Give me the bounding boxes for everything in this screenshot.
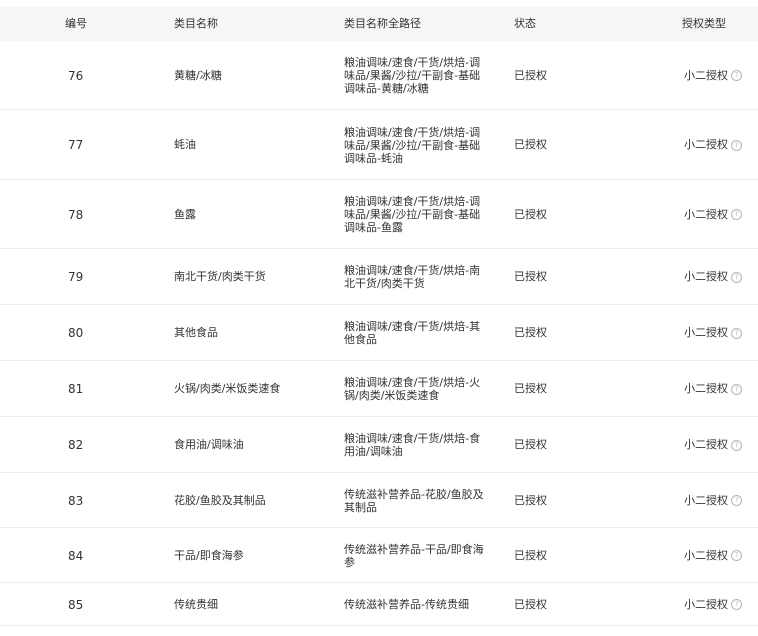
row-id: 76	[68, 68, 84, 83]
table-header: 编号 类目名称 类目名称全路径 状态 授权类型	[0, 7, 758, 41]
table-row: 79 南北干货/肉类干货 粮油调味/速食/干货/烘焙-南 北干货/肉类干货 已授权 小二…	[0, 249, 758, 305]
question-circle-icon[interactable]: ?	[731, 599, 742, 610]
question-circle-icon[interactable]: ?	[731, 550, 742, 561]
row-auth-type-label: 小二授权	[684, 270, 728, 283]
row-status: 已授权	[514, 548, 547, 562]
row-auth-type-label: 小二授权	[684, 68, 728, 82]
table-row: 80 其他食品 粮油调味/速食/干货/烘焙-其 他食品 已授权 小二授权?	[0, 305, 758, 361]
table-row: 81 火锅/肉类/米饭类速食 粮油调味/速食/干货/烘焙-火 锅/肉类/米饭类速食 已…	[0, 361, 758, 417]
row-category-name: 火锅/肉类/米饭类速食	[174, 382, 281, 395]
question-circle-icon[interactable]: ?	[731, 383, 742, 395]
column-header-status: 状态	[514, 17, 536, 30]
row-status: 已授权	[514, 138, 547, 151]
table-row: 76 黄糖/冰糖 粮油调味/速食/干货/烘焙-调 味品/果酱/沙拉/干副食-基础 调…	[0, 41, 758, 110]
question-circle-icon[interactable]: ?	[731, 495, 742, 506]
row-auth-type-label: 小二授权	[684, 382, 728, 395]
row-auth-type: 小二授权?	[684, 438, 754, 452]
question-circle-icon[interactable]: ?	[731, 139, 742, 151]
question-circle-icon[interactable]: ?	[731, 209, 742, 220]
row-category-name: 干品/即食海参	[174, 548, 244, 562]
row-category-path: 粮油调味/速食/干货/烘焙-食 用油/调味油	[344, 432, 481, 458]
row-id: 77	[68, 138, 84, 152]
row-status: 已授权	[514, 207, 547, 221]
row-auth-type-label: 小二授权	[684, 326, 728, 339]
row-auth-type: 小二授权?	[684, 69, 754, 83]
row-status: 已授权	[514, 270, 547, 283]
row-category-path: 传统滋补营养品-干品/即食海 参	[344, 542, 484, 569]
question-circle-icon[interactable]: ?	[731, 439, 742, 451]
row-category-name: 食用油/调味油	[174, 438, 244, 451]
row-category-path: 粮油调味/速食/干货/烘焙-调 味品/果酱/沙拉/干副食-基础 调味品-黄糖/冰…	[344, 56, 481, 95]
row-auth-type-label: 小二授权	[684, 493, 728, 507]
row-id: 84	[68, 548, 84, 563]
table-row: 83 花胶/鱼胶及其制品 传统滋补营养品-花胶/鱼胶及 其制品 已授权 小二授权?	[0, 473, 758, 528]
row-category-path: 传统滋补营养品-花胶/鱼胶及 其制品	[344, 487, 484, 514]
column-header-path: 类目名称全路径	[344, 17, 421, 30]
row-id: 82	[68, 438, 84, 452]
row-auth-type-label: 小二授权	[684, 597, 728, 611]
row-auth-type-label: 小二授权	[684, 138, 728, 151]
row-auth-type: 小二授权?	[684, 208, 754, 222]
row-auth-type: 小二授权?	[684, 138, 754, 152]
row-auth-type: 小二授权?	[684, 326, 754, 340]
row-status: 已授权	[514, 438, 547, 451]
row-id: 78	[68, 207, 84, 222]
row-id: 80	[68, 326, 84, 340]
row-auth-type: 小二授权?	[684, 598, 754, 612]
row-id: 81	[68, 382, 84, 396]
column-header-id: 编号	[65, 17, 87, 30]
row-category-path: 粮油调味/速食/干货/烘焙-火 锅/肉类/米饭类速食	[344, 376, 481, 402]
row-category-name: 其他食品	[174, 326, 218, 339]
row-status: 已授权	[514, 382, 547, 395]
row-id: 83	[68, 493, 84, 508]
row-category-name: 传统贵细	[174, 597, 218, 611]
row-category-name: 花胶/鱼胶及其制品	[174, 493, 266, 507]
table-row: 84 干品/即食海参 传统滋补营养品-干品/即食海 参 已授权 小二授权?	[0, 528, 758, 583]
row-status: 已授权	[514, 326, 547, 339]
column-header-auth-type: 授权类型	[682, 17, 726, 30]
table-row: 77 蚝油 粮油调味/速食/干货/烘焙-调 味品/果酱/沙拉/干副食-基础 调味品-…	[0, 110, 758, 180]
row-category-path: 粮油调味/速食/干货/烘焙-南 北干货/肉类干货	[344, 264, 481, 290]
column-header-name: 类目名称	[174, 17, 218, 30]
row-auth-type: 小二授权?	[684, 549, 754, 563]
table-row: 78 鱼露 粮油调味/速食/干货/烘焙-调 味品/果酱/沙拉/干副食-基础 调味品-…	[0, 180, 758, 249]
row-status: 已授权	[514, 597, 547, 611]
row-auth-type: 小二授权?	[684, 494, 754, 508]
row-auth-type: 小二授权?	[684, 270, 754, 284]
row-status: 已授权	[514, 493, 547, 507]
row-category-path: 传统滋补营养品-传统贵细	[344, 598, 469, 611]
table-row: 85 传统贵细 传统滋补营养品-传统贵细 已授权 小二授权?	[0, 583, 758, 626]
row-category-name: 蚝油	[174, 138, 196, 151]
row-category-name: 黄糖/冰糖	[174, 68, 222, 82]
question-circle-icon[interactable]: ?	[731, 271, 742, 283]
row-id: 79	[68, 270, 84, 284]
question-circle-icon[interactable]: ?	[731, 70, 742, 81]
row-auth-type-label: 小二授权	[684, 207, 728, 221]
row-status: 已授权	[514, 68, 547, 82]
table-row: 82 食用油/调味油 粮油调味/速食/干货/烘焙-食 用油/调味油 已授权 小二授权?	[0, 417, 758, 473]
row-id: 85	[68, 597, 84, 612]
row-auth-type-label: 小二授权	[684, 438, 728, 451]
row-auth-type-label: 小二授权	[684, 548, 728, 562]
question-circle-icon[interactable]: ?	[731, 327, 742, 339]
row-category-path: 粮油调味/速食/干货/烘焙-调 味品/果酱/沙拉/干副食-基础 调味品-蚝油	[344, 125, 481, 165]
row-category-name: 南北干货/肉类干货	[174, 270, 266, 283]
row-auth-type: 小二授权?	[684, 382, 754, 396]
row-category-path: 粮油调味/速食/干货/烘焙-其 他食品	[344, 320, 481, 346]
row-category-path: 粮油调味/速食/干货/烘焙-调 味品/果酱/沙拉/干副食-基础 调味品-鱼露	[344, 195, 481, 234]
row-category-name: 鱼露	[174, 207, 196, 221]
